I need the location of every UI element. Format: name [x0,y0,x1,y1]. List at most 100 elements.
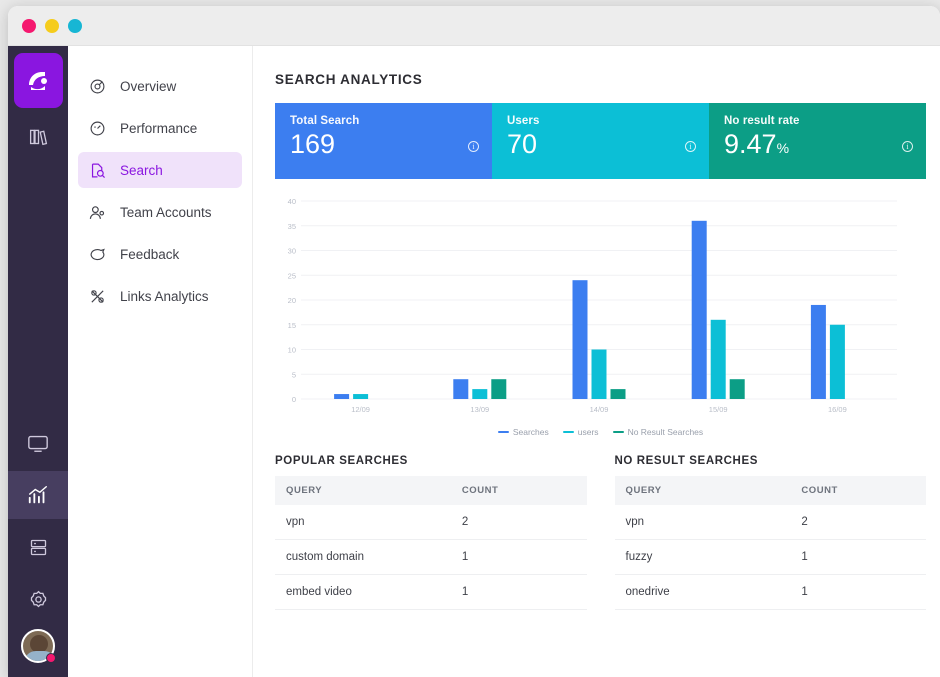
sidebar-item-label: Links Analytics [120,288,209,304]
books-icon[interactable] [14,112,62,160]
svg-text:5: 5 [292,370,296,379]
cell-count: 1 [801,574,926,610]
stat-card-total-search[interactable]: Total Search 169 i [275,103,492,179]
dashboard-icon [88,77,107,96]
minimize-window-button[interactable] [45,18,59,33]
table-title: NO RESULT SEARCHES [614,455,758,467]
page-title: SEARCH ANALYTICS [275,72,423,87]
info-icon[interactable]: i [685,141,696,152]
stat-value: 70 [507,130,709,158]
column-header-query: QUERY [275,476,462,505]
monitor-icon[interactable] [14,419,62,467]
sidebar-item-feedback[interactable]: Feedback [78,236,242,272]
stat-value: 169 [290,130,492,158]
table-row[interactable]: embed video 1 [275,574,587,610]
window-titlebar [8,6,940,46]
sidebar-item-label: Search [120,162,163,178]
cell-count: 1 [461,539,587,575]
maximize-window-button[interactable] [68,18,82,33]
tables-section: POPULAR SEARCHES QUERY COUNT vpn 2 custo… [275,455,926,610]
app-window: Overview Performance Search Team Account… [8,6,940,677]
svg-text:13/09: 13/09 [470,405,489,414]
legend-label: No Result Searches [627,427,704,437]
gauge-icon [88,119,107,138]
cell-count: 1 [461,574,587,610]
info-icon[interactable]: i [468,141,479,152]
svg-text:16/09: 16/09 [828,405,847,414]
sidebar-item-label: Overview [120,78,177,94]
stat-number: 70 [507,129,538,159]
svg-text:40: 40 [288,197,296,206]
svg-text:15: 15 [288,321,296,330]
sidebar-item-label: Feedback [120,246,180,262]
stat-card-users[interactable]: Users 70 i [492,103,709,179]
document-search-icon [88,161,107,180]
stat-value: 9.47% [724,130,926,158]
table-row[interactable]: vpn 2 [614,505,926,540]
avatar[interactable] [21,629,56,663]
no-result-searches-table: QUERY COUNT vpn 2 fuzzy 1 onedrive 1 [614,476,926,610]
cell-count: 1 [801,539,926,575]
sidebar-item-overview[interactable]: Overview [78,68,242,104]
people-icon [88,203,107,222]
sidebar-nav: Overview Performance Search Team Account… [68,46,253,677]
legend-label: Searches [512,427,549,437]
gear-icon[interactable] [14,575,62,623]
stat-card-no-result-rate[interactable]: No result rate 9.47% i [709,103,926,179]
chart-canvas: 0 5 10 15 20 25 30 35 40 12/09 13/09 14/09 15/09 16/0… [288,197,897,414]
bar-chart-icon[interactable] [8,471,68,519]
svg-text:20: 20 [288,296,296,305]
table-header-row: QUERY COUNT [275,476,587,505]
stat-unit: % [776,140,790,156]
cell-query: fuzzy [614,539,802,575]
stat-label: No result rate [724,115,800,127]
table-row[interactable]: vpn 2 [275,505,587,540]
sidebar-item-links-analytics[interactable]: Links Analytics [78,278,242,314]
sidebar-item-search[interactable]: Search [78,152,242,188]
sidebar-item-label: Performance [120,120,198,136]
stat-label: Total Search [290,115,360,127]
cell-query: vpn [275,505,462,540]
svg-text:0: 0 [292,395,296,404]
legend-swatch [562,430,574,434]
cell-query: custom domain [275,539,462,575]
table-header-row: QUERY COUNT [614,476,926,505]
chart-legend: Searches users No Result Searches [275,427,926,437]
info-icon[interactable]: i [902,141,913,152]
brand-logo-icon[interactable] [13,53,63,108]
chat-icon [88,245,107,264]
cell-query: embed video [275,574,462,610]
svg-text:14/09: 14/09 [590,405,609,414]
icon-rail [8,46,68,677]
status-badge [46,653,56,663]
legend-swatch [612,430,624,434]
cell-query: vpn [614,505,802,540]
table-row[interactable]: custom domain 1 [275,539,587,575]
cell-count: 2 [801,505,926,540]
sidebar-item-performance[interactable]: Performance [78,110,242,146]
close-window-button[interactable] [22,18,36,33]
stat-number: 169 [290,129,336,159]
popular-searches-panel: POPULAR SEARCHES QUERY COUNT vpn 2 custo… [275,455,587,610]
svg-text:10: 10 [288,346,296,355]
table-title: POPULAR SEARCHES [275,455,408,467]
sidebar-item-team-accounts[interactable]: Team Accounts [78,194,242,230]
svg-text:12/09: 12/09 [351,405,370,414]
links-icon [88,287,107,306]
legend-item[interactable]: No Result Searches [612,427,704,437]
svg-text:25: 25 [288,271,296,280]
legend-item[interactable]: Searches [497,427,549,437]
server-icon[interactable] [14,523,62,571]
cell-count: 2 [461,505,587,540]
cell-query: onedrive [614,574,802,610]
legend-item[interactable]: users [562,427,599,437]
svg-text:15/09: 15/09 [709,405,728,414]
column-header-query: QUERY [614,476,802,505]
table-row[interactable]: fuzzy 1 [614,539,926,575]
svg-text:30: 30 [288,247,296,256]
column-header-count: COUNT [461,476,587,505]
table-row[interactable]: onedrive 1 [614,574,926,610]
stat-label: Users [507,115,540,127]
stat-number: 9.47 [724,129,777,159]
stat-cards: Total Search 169 i Users 70 i No result … [275,103,926,179]
